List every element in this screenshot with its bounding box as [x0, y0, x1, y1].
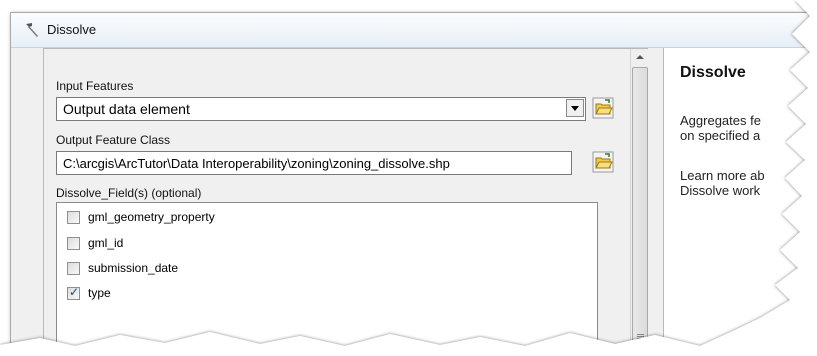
torn-edge-overlay — [0, 0, 817, 356]
